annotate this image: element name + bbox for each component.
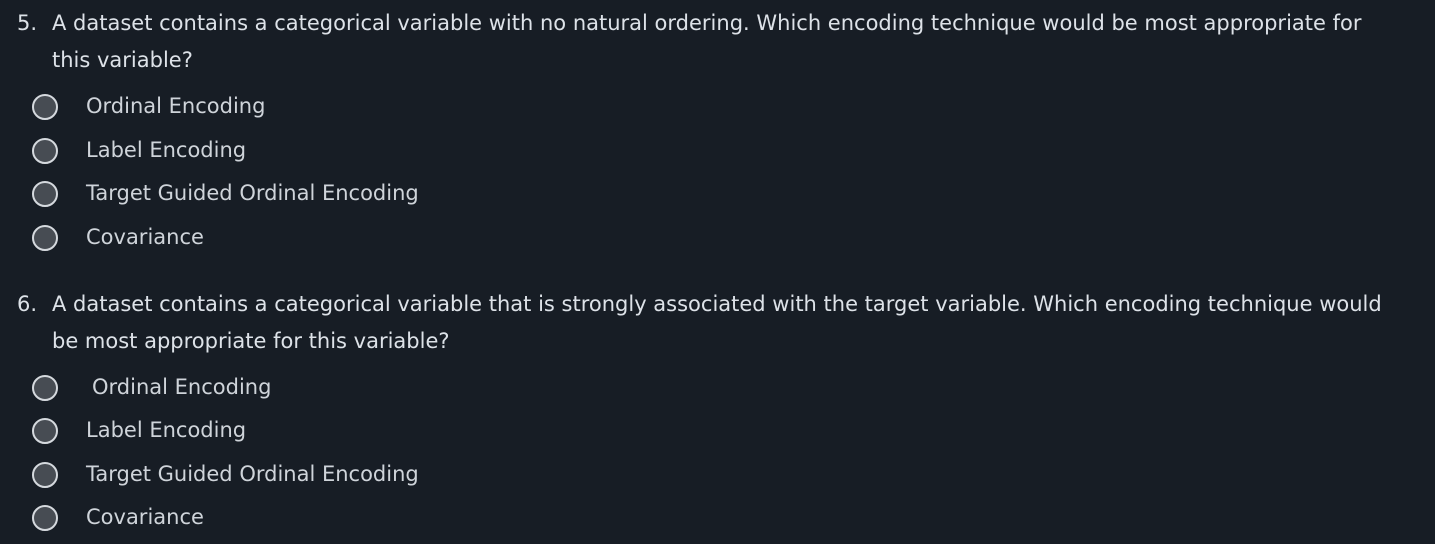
radio-button[interactable] [32, 225, 58, 251]
option-label[interactable]: Covariance [86, 503, 204, 531]
radio-button[interactable] [32, 138, 58, 164]
question-text-line-1: A dataset contains a categorical variabl… [52, 292, 1382, 316]
option-ordinal-encoding[interactable]: Ordinal Encoding [30, 373, 530, 403]
option-target-guided-ordinal-encoding[interactable]: Target Guided Ordinal Encoding [30, 460, 530, 490]
question-number: 5. [17, 11, 38, 35]
option-label[interactable]: Ordinal Encoding [92, 373, 271, 401]
question-line-1: 6. A dataset contains a categorical varia… [17, 286, 1422, 323]
radio-button[interactable] [32, 181, 58, 207]
option-label[interactable]: Ordinal Encoding [86, 92, 265, 120]
question-text-line-2: be most appropriate for this variable? [52, 328, 450, 353]
option-label-encoding[interactable]: Label Encoding [30, 136, 530, 166]
option-label[interactable]: Target Guided Ordinal Encoding [86, 460, 419, 488]
radio-button[interactable] [32, 505, 58, 531]
question-line-1: 5. A dataset contains a categorical varia… [17, 5, 1422, 42]
option-target-guided-ordinal-encoding[interactable]: Target Guided Ordinal Encoding [30, 179, 530, 209]
radio-button[interactable] [32, 418, 58, 444]
question-text-line-2: this variable? [52, 47, 193, 72]
option-label-encoding[interactable]: Label Encoding [30, 416, 530, 446]
question-text: 5. A dataset contains a categorical varia… [17, 5, 1422, 78]
radio-button[interactable] [32, 94, 58, 120]
option-covariance[interactable]: Covariance [30, 223, 530, 253]
option-covariance[interactable]: Covariance [30, 503, 530, 533]
option-label[interactable]: Label Encoding [86, 416, 246, 444]
option-ordinal-encoding[interactable]: Ordinal Encoding [30, 92, 530, 122]
question-text: 6. A dataset contains a categorical varia… [17, 286, 1422, 359]
option-label[interactable]: Covariance [86, 223, 204, 251]
quiz-container: 5. A dataset contains a categorical varia… [0, 0, 1435, 544]
option-label[interactable]: Target Guided Ordinal Encoding [86, 179, 419, 207]
question-text-line-1: A dataset contains a categorical variabl… [52, 11, 1362, 35]
option-label[interactable]: Label Encoding [86, 136, 246, 164]
radio-button[interactable] [32, 375, 58, 401]
radio-button[interactable] [32, 462, 58, 488]
question-number: 6. [17, 292, 38, 316]
